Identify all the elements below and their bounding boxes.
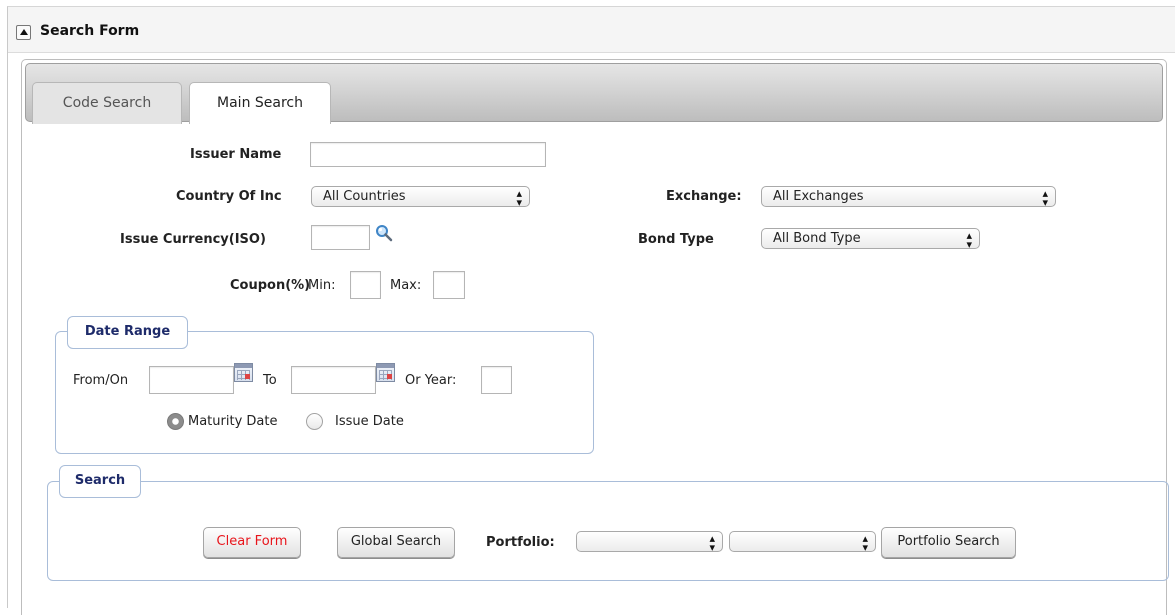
bond-type-value: All Bond Type	[773, 231, 861, 246]
issuer-name-input[interactable]	[310, 142, 546, 167]
issuer-name-label: Issuer Name	[190, 147, 282, 162]
exchange-value: All Exchanges	[773, 189, 864, 204]
select-arrows-icon: ▴ ▾	[966, 229, 972, 251]
calendar-icon[interactable]	[234, 363, 253, 382]
issue-currency-input[interactable]	[311, 225, 370, 250]
coupon-max-label: Max:	[390, 278, 422, 293]
year-input[interactable]	[481, 366, 512, 394]
exchange-select[interactable]: All Exchanges ▴ ▾	[761, 186, 1056, 209]
select-arrows-icon: ▴ ▾	[516, 187, 522, 209]
date-range-legend: Date Range	[67, 316, 188, 349]
bond-type-select[interactable]: All Bond Type ▴ ▾	[761, 228, 980, 251]
portfolio-label: Portfolio:	[486, 535, 555, 550]
magnifier-icon[interactable]	[375, 224, 393, 242]
select-arrows-icon: ▴ ▾	[709, 532, 715, 554]
coupon-min-label: Min:	[308, 278, 336, 293]
from-on-label: From/On	[73, 373, 129, 388]
bond-type-label: Bond Type	[638, 232, 714, 247]
to-label: To	[263, 373, 277, 388]
issue-date-label: Issue Date	[335, 414, 404, 429]
country-of-inc-label: Country Of Inc	[176, 189, 282, 204]
portfolio-search-button[interactable]: Portfolio Search	[881, 527, 1016, 558]
tab-main-search[interactable]: Main Search	[189, 82, 331, 124]
exchange-label: Exchange:	[666, 189, 742, 204]
global-search-button[interactable]: Global Search	[337, 527, 455, 558]
triangle-up-icon	[20, 29, 28, 35]
maturity-date-label: Maturity Date	[188, 414, 278, 429]
tab-code-search[interactable]: Code Search	[32, 82, 182, 124]
panel-title: Search Form	[40, 23, 140, 39]
tab-bar: Code Search Main Search	[25, 63, 1163, 124]
country-of-inc-value: All Countries	[323, 189, 406, 204]
coupon-label: Coupon(%)	[230, 278, 311, 293]
portfolio-select-1[interactable]: ▴ ▾	[576, 531, 723, 554]
coupon-min-input[interactable]	[350, 271, 381, 299]
to-date-input[interactable]	[291, 366, 376, 394]
issue-date-radio[interactable]	[306, 413, 323, 430]
clear-form-button[interactable]: Clear Form	[203, 527, 301, 558]
search-legend: Search	[59, 465, 141, 498]
issue-currency-label: Issue Currency(ISO)	[120, 232, 266, 247]
calendar-icon[interactable]	[376, 363, 395, 382]
from-date-input[interactable]	[149, 366, 234, 394]
panel-header: Search Form	[8, 7, 1175, 53]
select-arrows-icon: ▴ ▾	[1042, 187, 1048, 209]
maturity-date-radio[interactable]	[167, 413, 184, 430]
portfolio-select-2[interactable]: ▴ ▾	[729, 531, 876, 554]
country-of-inc-select[interactable]: All Countries ▴ ▾	[311, 186, 530, 209]
year-label: Or Year:	[405, 373, 457, 388]
coupon-max-input[interactable]	[433, 271, 465, 299]
select-arrows-icon: ▴ ▾	[862, 532, 868, 554]
collapse-toggle-button[interactable]	[16, 25, 31, 40]
